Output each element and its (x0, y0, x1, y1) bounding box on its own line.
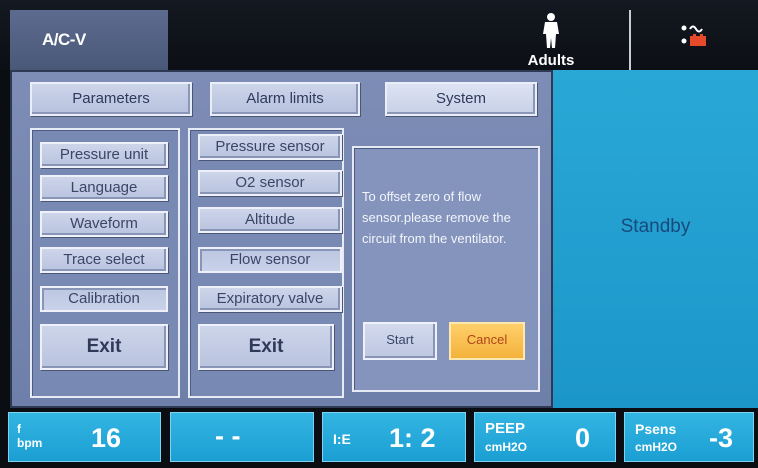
trace-select-button[interactable]: Trace select (40, 247, 168, 273)
header-divider (629, 10, 631, 70)
param-rate-value: 16 (91, 423, 122, 453)
param-peep-unit: cmH2O (485, 440, 528, 454)
tab-system[interactable]: System (385, 82, 537, 116)
flow-sensor-calibration-dialog: To offset zero of flow sensor.please rem… (352, 146, 540, 392)
standby-status[interactable]: Standby (553, 216, 758, 238)
pressure-unit-button[interactable]: Pressure unit (40, 142, 168, 168)
system-menu: Pressure unit Language Waveform Trace se… (30, 128, 180, 398)
param-psens-unit: cmH2O (635, 440, 678, 454)
waveform-button[interactable]: Waveform (40, 211, 168, 237)
status-panel: Standby (553, 70, 758, 408)
flow-sensor-button[interactable]: Flow sensor (198, 247, 342, 273)
param-ie-label: I:E (333, 431, 351, 447)
exit-button[interactable]: Exit (40, 324, 168, 370)
patient-type-indicator[interactable]: Adults (506, 8, 596, 70)
param-psens-label: Psens (635, 421, 677, 437)
top-bar: A/C-V Adults (0, 0, 758, 70)
param-blank[interactable]: - - (170, 412, 314, 462)
param-psens-value: -3 (709, 423, 734, 453)
cancel-button[interactable]: Cancel (449, 322, 525, 360)
o2-sensor-button[interactable]: O2 sensor (198, 170, 342, 196)
patient-type-label: Adults (527, 52, 575, 69)
calibration-button[interactable]: Calibration (40, 286, 168, 312)
ventilation-mode[interactable]: A/C-V (10, 10, 168, 70)
param-ie-value: 1: 2 (389, 423, 436, 453)
adult-person-icon (543, 13, 559, 48)
param-psens[interactable]: Psens cmH2O -3 (624, 412, 754, 462)
ac-battery-icon (681, 25, 706, 46)
parameter-bar: f bpm 16 - - I:E 1: 2 PEEP cmH2O 0 Psens… (0, 408, 758, 468)
param-peep-label: PEEP (485, 420, 526, 437)
tab-alarm-limits[interactable]: Alarm limits (210, 82, 360, 116)
calibration-instructions: To offset zero of flow sensor.please rem… (362, 189, 511, 246)
calibration-exit-button[interactable]: Exit (198, 324, 334, 370)
altitude-button[interactable]: Altitude (198, 207, 342, 233)
param-rate-label: f (17, 422, 21, 436)
param-rate[interactable]: f bpm 16 (8, 412, 161, 462)
system-settings-panel: Parameters Alarm limits System Pressure … (10, 70, 553, 408)
pressure-sensor-button[interactable]: Pressure sensor (198, 134, 342, 160)
expiratory-valve-button[interactable]: Expiratory valve (198, 286, 342, 312)
start-button[interactable]: Start (363, 322, 437, 360)
param-blank-value: - - (215, 421, 241, 451)
param-ie-ratio[interactable]: I:E 1: 2 (322, 412, 466, 462)
param-peep-value: 0 (575, 423, 591, 453)
param-rate-unit: bpm (17, 436, 43, 450)
calibration-menu: Pressure sensor O2 sensor Altitude Flow … (188, 128, 344, 398)
param-peep[interactable]: PEEP cmH2O 0 (474, 412, 616, 462)
language-button[interactable]: Language (40, 175, 168, 201)
tab-parameters[interactable]: Parameters (30, 82, 192, 116)
